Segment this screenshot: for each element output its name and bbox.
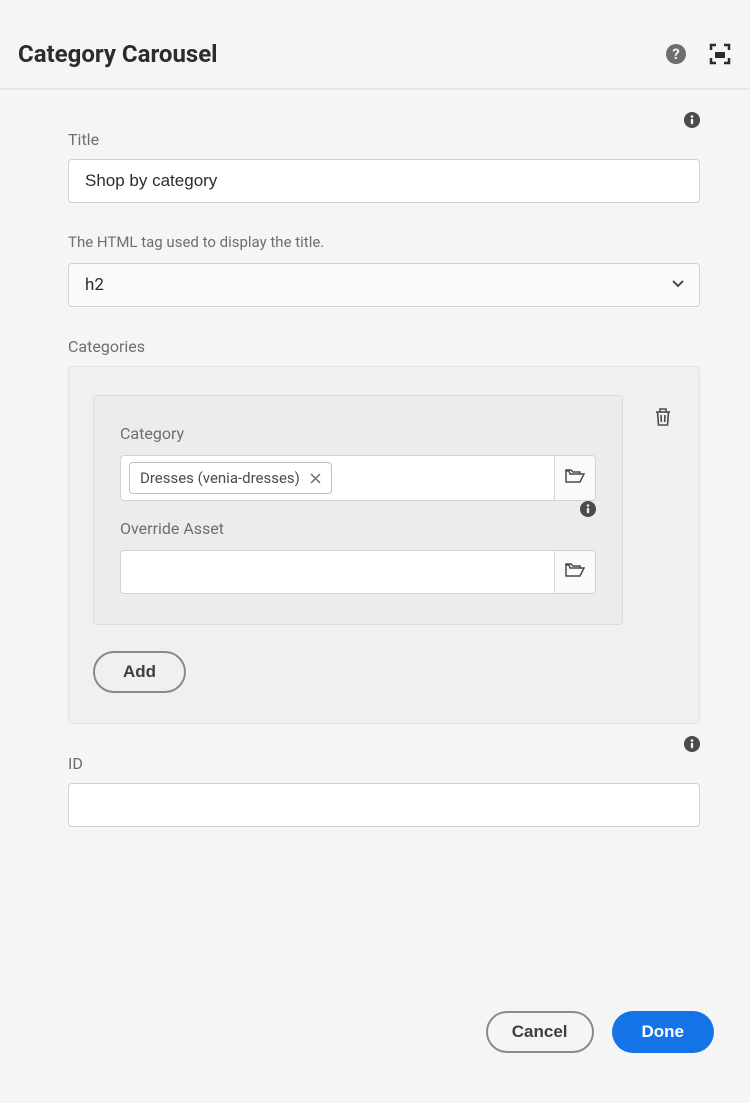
add-button[interactable]: Add bbox=[93, 651, 186, 693]
category-sublabel: Category bbox=[120, 424, 596, 443]
category-tag-label: Dresses (venia-dresses) bbox=[140, 469, 300, 487]
htmltag-value: h2 bbox=[85, 275, 104, 295]
svg-text:?: ? bbox=[672, 45, 679, 63]
categories-label: Categories bbox=[68, 337, 700, 356]
dialog-body: Title The HTML tag used to display the t… bbox=[0, 90, 750, 877]
category-input-group: Dresses (venia-dresses) bbox=[120, 455, 596, 501]
dialog-header: Category Carousel ? bbox=[0, 0, 750, 90]
title-label: Title bbox=[68, 130, 700, 149]
htmltag-description: The HTML tag used to display the title. bbox=[68, 233, 700, 251]
delete-column bbox=[651, 395, 675, 431]
title-input[interactable] bbox=[68, 159, 700, 203]
fullscreen-icon[interactable] bbox=[708, 42, 732, 66]
info-icon[interactable] bbox=[684, 112, 700, 128]
help-icon[interactable]: ? bbox=[664, 42, 688, 66]
override-browse-button[interactable] bbox=[554, 550, 596, 594]
category-row: Category Dresses (venia-dresses) bbox=[93, 395, 675, 651]
category-tag-input[interactable]: Dresses (venia-dresses) bbox=[120, 455, 554, 501]
dialog-footer: Cancel Done bbox=[486, 1011, 714, 1053]
dialog-container: Category Carousel ? Title The HTML tag u… bbox=[0, 0, 750, 1103]
id-label: ID bbox=[68, 754, 700, 773]
trash-icon bbox=[654, 407, 672, 431]
folder-open-icon bbox=[565, 468, 585, 488]
done-button[interactable]: Done bbox=[612, 1011, 715, 1053]
info-icon[interactable] bbox=[684, 736, 700, 752]
category-browse-button[interactable] bbox=[554, 455, 596, 501]
header-actions: ? bbox=[664, 42, 732, 66]
close-icon[interactable] bbox=[310, 473, 321, 484]
override-input[interactable] bbox=[120, 550, 554, 594]
htmltag-field-group: The HTML tag used to display the title. … bbox=[68, 233, 700, 307]
folder-open-icon bbox=[565, 562, 585, 582]
delete-button[interactable] bbox=[651, 407, 675, 431]
id-field-group: ID bbox=[68, 754, 700, 827]
cancel-button[interactable]: Cancel bbox=[486, 1011, 594, 1053]
category-tag: Dresses (venia-dresses) bbox=[129, 462, 332, 494]
override-label: Override Asset bbox=[120, 519, 596, 538]
done-label: Done bbox=[642, 1022, 685, 1042]
dialog-title: Category Carousel bbox=[18, 40, 664, 68]
cancel-label: Cancel bbox=[512, 1022, 568, 1042]
override-input-group bbox=[120, 550, 596, 594]
categories-field-group: Categories Category Dresses (venia-dress… bbox=[68, 337, 700, 724]
add-button-label: Add bbox=[123, 662, 156, 682]
htmltag-select-wrapper: h2 bbox=[68, 263, 700, 307]
override-asset-group: Override Asset bbox=[120, 519, 596, 594]
title-field-group: Title bbox=[68, 130, 700, 203]
category-card: Category Dresses (venia-dresses) bbox=[93, 395, 623, 625]
info-icon[interactable] bbox=[580, 501, 596, 521]
id-input[interactable] bbox=[68, 783, 700, 827]
categories-panel: Category Dresses (venia-dresses) bbox=[68, 366, 700, 724]
htmltag-select[interactable]: h2 bbox=[68, 263, 700, 307]
